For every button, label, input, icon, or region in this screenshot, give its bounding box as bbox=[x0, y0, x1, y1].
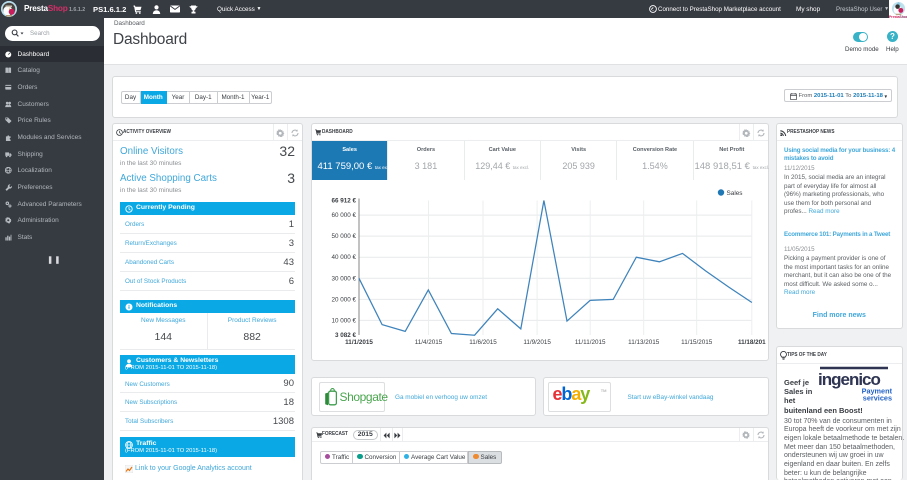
svg-text:11/1/2015: 11/1/2015 bbox=[345, 339, 373, 346]
svg-text:11/4/2015: 11/4/2015 bbox=[415, 339, 443, 346]
svg-text:20 000 €: 20 000 € bbox=[331, 296, 356, 303]
svg-text:services: services bbox=[863, 393, 892, 402]
svg-text:Sales: Sales bbox=[727, 190, 743, 197]
svg-text:11/9/2015: 11/9/2015 bbox=[523, 339, 551, 346]
svg-text:11/13/2015: 11/13/2015 bbox=[628, 339, 660, 346]
svg-text:11/18/201: 11/18/201 bbox=[738, 339, 766, 346]
svg-text:11/15/2015: 11/15/2015 bbox=[681, 339, 713, 346]
svg-text:50 000 €: 50 000 € bbox=[331, 233, 356, 240]
svg-text:11/11/2015: 11/11/2015 bbox=[575, 339, 606, 346]
svg-text:60 000 €: 60 000 € bbox=[331, 212, 356, 219]
svg-text:30 000 €: 30 000 € bbox=[331, 275, 356, 282]
svg-text:10 000 €: 10 000 € bbox=[331, 317, 356, 324]
svg-text:66 912 €: 66 912 € bbox=[331, 197, 356, 204]
svg-text:11/6/2015: 11/6/2015 bbox=[469, 339, 497, 346]
svg-text:3 082 €: 3 082 € bbox=[335, 332, 357, 339]
svg-text:40 000 €: 40 000 € bbox=[331, 254, 356, 261]
